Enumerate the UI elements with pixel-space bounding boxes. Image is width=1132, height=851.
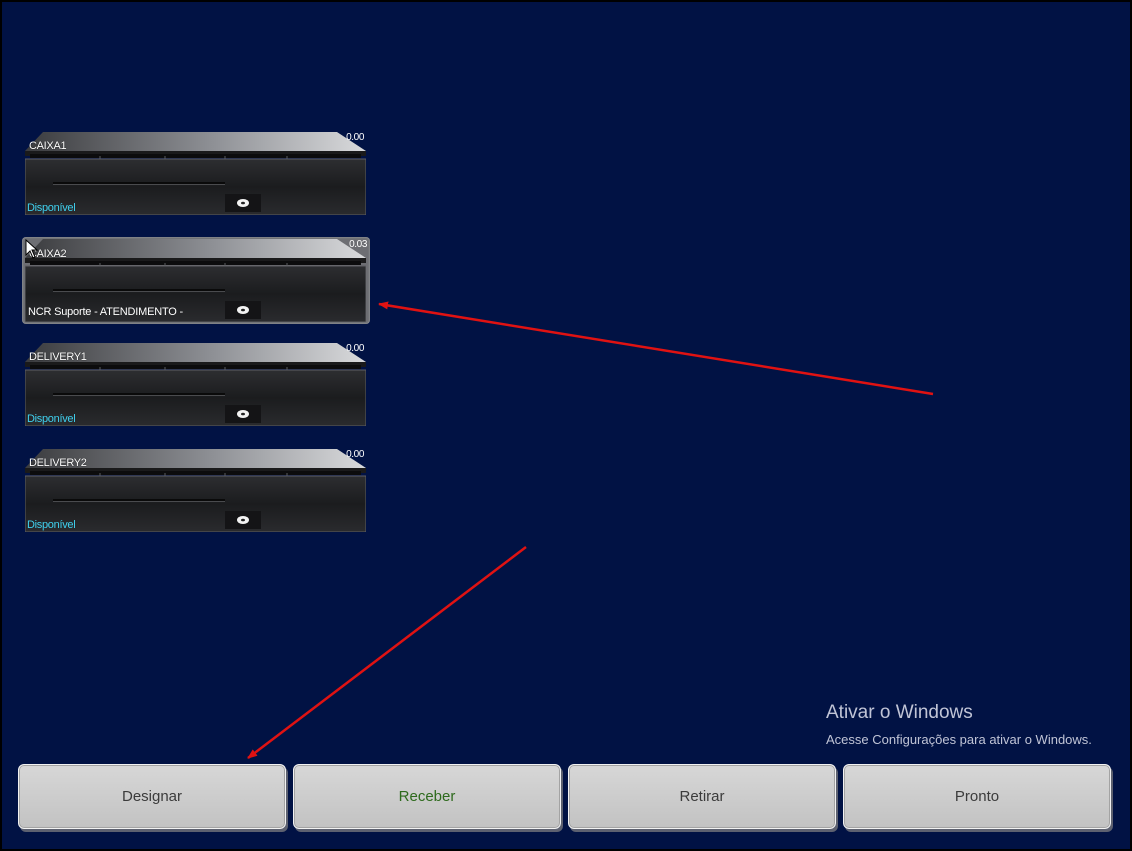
- drawer-caixa1[interactable]: CAIXA1 0.00 Disponível: [25, 132, 366, 215]
- cash-drawer-screen: CAIXA1 0.00 Disponível CAIXA2 0.03 NCR S…: [2, 2, 1130, 849]
- drawer-status: NCR Suporte - ATENDIMENTO -: [28, 306, 183, 318]
- mouse-pointer-icon: [25, 239, 39, 259]
- drawer-status: Disponível: [27, 413, 76, 425]
- drawer-balance: 0.00: [346, 132, 364, 143]
- activation-watermark-text: Acesse Configurações para ativar o Windo…: [826, 732, 1092, 747]
- drawer-status: Disponível: [27, 519, 76, 531]
- retirar-button[interactable]: Retirar: [568, 764, 836, 829]
- receber-button[interactable]: Receber: [293, 764, 561, 829]
- drawer-delivery1[interactable]: DELIVERY1 0.00 Disponível: [25, 343, 366, 426]
- annotation-arrow-to-caixa2: [378, 301, 934, 396]
- cash-drawer-icon: [25, 132, 366, 215]
- drawer-name: DELIVERY1: [29, 351, 87, 363]
- drawer-balance: 0.00: [346, 449, 364, 460]
- drawer-name: DELIVERY2: [29, 457, 87, 469]
- drawer-status: Disponível: [27, 202, 76, 214]
- drawer-delivery2[interactable]: DELIVERY2 0.00 Disponível: [25, 449, 366, 532]
- drawer-name: CAIXA1: [29, 140, 67, 152]
- pronto-button[interactable]: Pronto: [843, 764, 1111, 829]
- drawer-balance: 0.03: [349, 239, 367, 250]
- designar-button[interactable]: Designar: [18, 764, 286, 829]
- activation-watermark-title: Ativar o Windows: [826, 702, 973, 723]
- drawer-balance: 0.00: [346, 343, 364, 354]
- drawer-caixa2[interactable]: CAIXA2 0.03 NCR Suporte - ATENDIMENTO -: [22, 237, 370, 324]
- annotation-arrow-to-designar: [247, 546, 527, 759]
